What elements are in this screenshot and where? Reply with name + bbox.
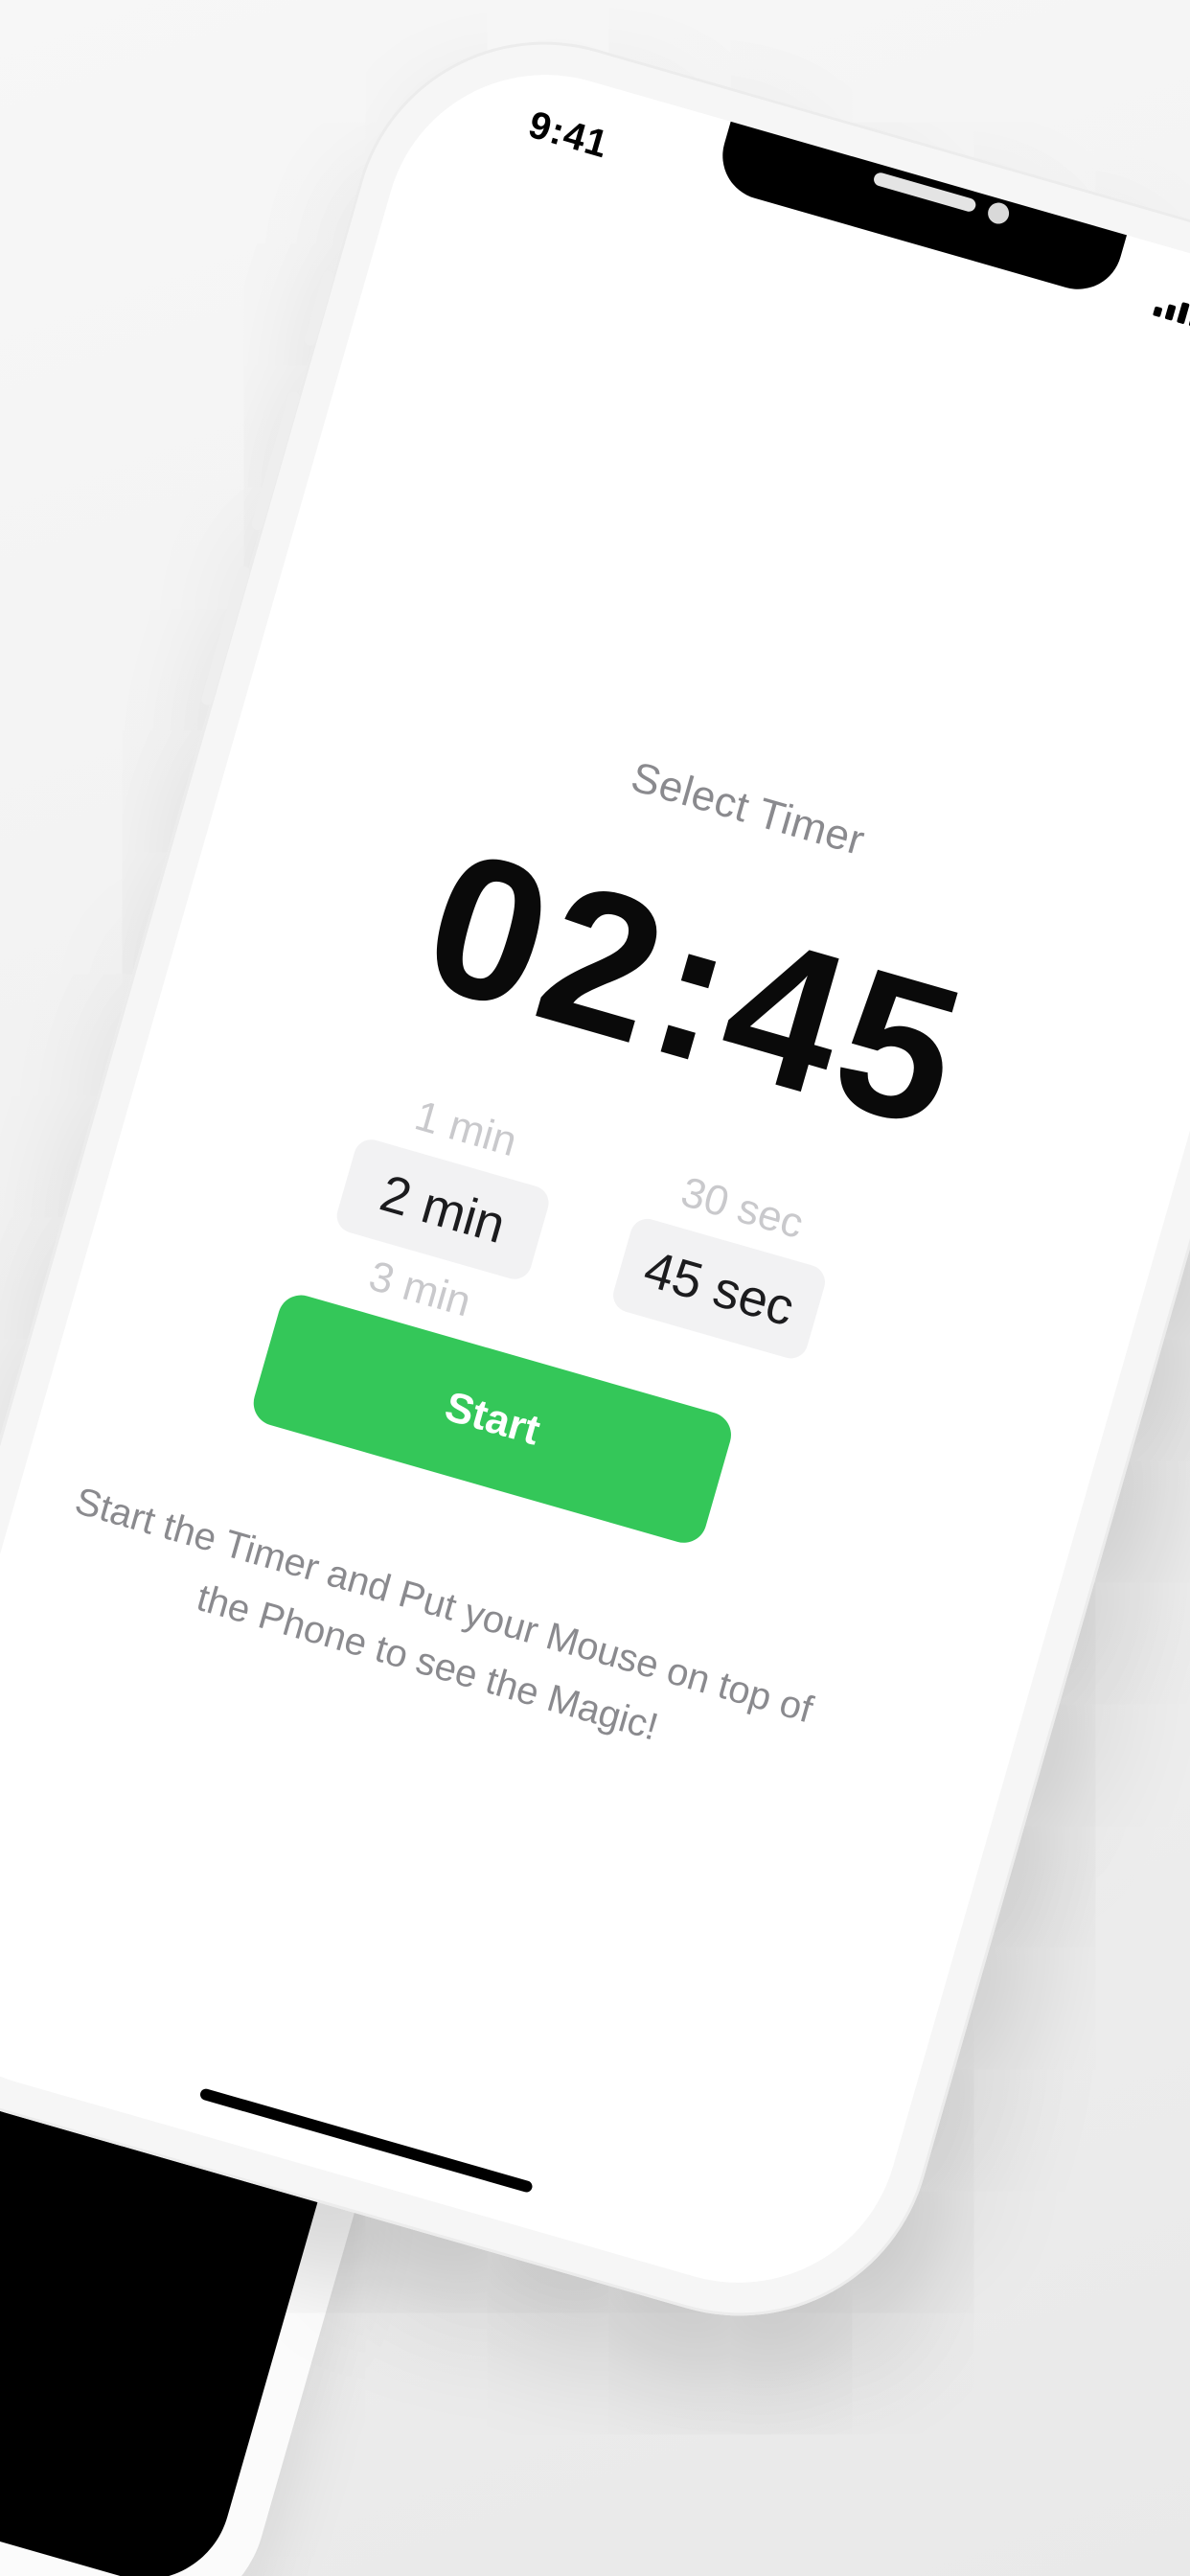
phone-screen: 9:41 Select Timer 02:45 1 min 2 min 3 mi…: [0, 36, 1190, 2321]
mockup-scene: 9:41 Select Timer 02:45 1 min 2 min 3 mi…: [0, 0, 1190, 2576]
seconds-picker[interactable]: 30 sec 45 sec: [608, 1146, 849, 1363]
timer-screen: Select Timer 02:45 1 min 2 min 3 min 30 …: [0, 36, 1190, 2320]
phone-frame: 9:41 Select Timer 02:45 1 min 2 min 3 mi…: [0, 0, 1190, 2361]
